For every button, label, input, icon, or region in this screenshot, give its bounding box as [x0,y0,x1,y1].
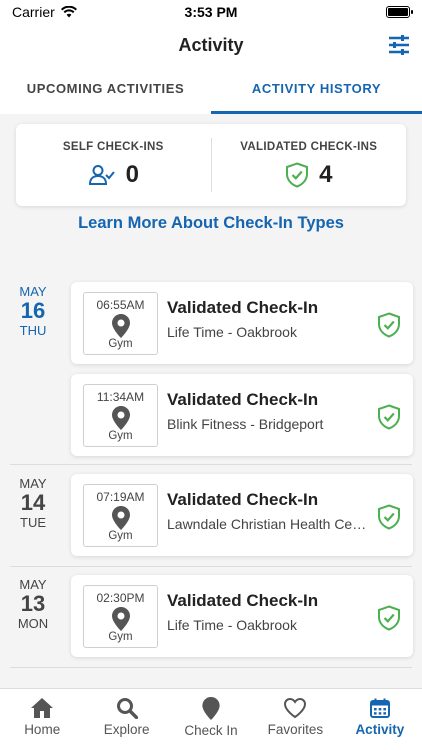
date-label-may-14: MAY 14 TUE [0,476,66,530]
date-day: 13 [20,591,46,616]
checkin-title: Validated Check-In [167,490,319,509]
self-checkins-value-row: 0 [88,161,139,189]
checkin-time-box: 02:30PM Gym [83,585,158,648]
validated-checkins-count: 4 [319,161,333,188]
checkin-card[interactable]: 06:55AM Gym Validated Check-In Life Time… [71,282,413,364]
heart-icon [284,697,307,719]
validated-checkins-label: VALIDATED CHECK-INS [240,141,378,153]
date-weekday: MON [17,616,49,631]
day-group-may-13: MAY 13 MON 02:30PM Gym Validated Check-I… [0,575,422,667]
checkin-title: Validated Check-In [167,591,319,610]
checkin-card[interactable]: 02:30PM Gym Validated Check-In Life Time… [71,575,413,657]
self-checkins-summary: SELF CHECK-INS 0 [16,124,211,206]
checkin-card[interactable]: 07:19AM Gym Validated Check-In Lawndale … [71,474,413,556]
date-day: 14 [20,490,46,515]
checkin-time: 11:34AM [96,390,145,404]
nav-label: Home [24,722,61,737]
status-bar: Carrier 3:53 PM [0,0,422,24]
learn-more-checkin-types-link[interactable]: Learn More About Check-In Types [0,214,422,233]
checkin-time: 07:19AM [96,490,145,504]
nav-label: Check In [184,723,238,738]
nav-label: Favorites [267,722,324,737]
day-group-may-14: MAY 14 TUE 07:19AM Gym Validated Check-I… [0,474,422,566]
tab-upcoming-activities[interactable]: UPCOMING ACTIVITIES [0,66,211,114]
checkin-card[interactable]: 11:34AM Gym Validated Check-In Blink Fit… [71,374,413,456]
checkin-time: 06:55AM [96,298,145,312]
validated-checkins-summary: VALIDATED CHECK-INS 4 [212,124,407,206]
checkin-category: Gym [108,430,133,442]
nav-check-in[interactable]: Check In [169,689,253,750]
nav-favorites[interactable]: Favorites [253,689,337,750]
checkin-category: Gym [108,338,133,350]
date-month: MAY [19,284,47,299]
nav-activity[interactable]: Activity [338,689,422,750]
date-label-may-16: MAY 16 THU [0,284,66,338]
date-day: 16 [20,298,46,323]
carrier-label: Carrier [12,4,55,20]
checkin-summary-card: SELF CHECK-INS 0 VALIDATED CHECK-INS 4 [16,124,406,206]
search-icon [116,698,138,719]
validated-shield-icon [378,312,400,338]
status-left: Carrier [12,4,77,20]
checkin-time: 02:30PM [96,591,145,605]
user-check-icon [88,165,115,185]
tab-activity-history[interactable]: ACTIVITY HISTORY [211,66,422,114]
self-checkins-label: SELF CHECK-INS [62,141,164,153]
day-separator [10,464,412,465]
map-pin-icon [111,314,130,338]
map-pin-icon [202,697,220,720]
day-group-may-16: MAY 16 THU 06:55AM Gym Validated Check-I… [0,282,422,466]
checkin-category: Gym [108,530,133,542]
map-pin-icon [111,506,130,530]
date-weekday: THU [19,323,47,338]
calendar-icon [369,698,390,718]
checkin-location: Blink Fitness - Bridgeport [167,416,324,432]
date-month: MAY [19,476,47,491]
nav-label: Explore [103,722,150,737]
map-pin-icon [111,607,130,631]
validated-shield-icon [378,605,400,631]
activity-history-content: SELF CHECK-INS 0 VALIDATED CHECK-INS 4 L… [0,114,422,688]
checkin-time-box: 07:19AM Gym [83,484,158,547]
filter-settings-icon[interactable] [386,32,412,58]
shield-check-icon [286,162,309,188]
day-separator [10,667,412,668]
checkin-time-box: 11:34AM Gym [83,384,158,447]
self-checkins-count: 0 [125,161,139,188]
checkin-category: Gym [108,631,133,643]
nav-label: Activity [355,722,405,737]
date-label-may-13: MAY 13 MON [0,577,66,631]
checkin-title: Validated Check-In [167,298,319,317]
nav-explore[interactable]: Explore [84,689,168,750]
page-title: Activity [178,34,244,55]
day-separator [10,566,412,567]
checkin-location: Life Time - Oakbrook [167,324,297,340]
activity-tabs: UPCOMING ACTIVITIES ACTIVITY HISTORY [0,66,422,114]
header: Activity [0,24,422,66]
validated-checkins-value-row: 4 [285,161,332,189]
checkin-title: Validated Check-In [167,390,319,409]
wifi-icon [60,6,77,18]
validated-shield-icon [378,504,400,530]
map-pin-icon [111,406,130,430]
checkin-location: Lawndale Christian Health Center [167,516,367,532]
home-icon [31,698,54,718]
date-weekday: TUE [20,515,46,530]
date-month: MAY [19,577,47,592]
bottom-nav: Home Explore Check In Favorites Activity [0,688,422,750]
battery-icon [386,6,413,18]
nav-home[interactable]: Home [0,689,84,750]
validated-shield-icon [378,404,400,430]
checkin-time-box: 06:55AM Gym [83,292,158,355]
checkin-location: Life Time - Oakbrook [167,617,297,633]
